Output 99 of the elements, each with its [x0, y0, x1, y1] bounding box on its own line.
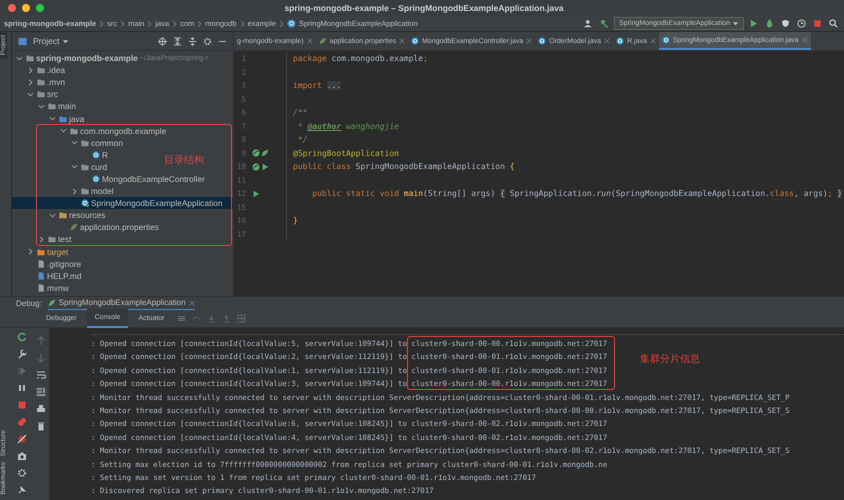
rerun-icon[interactable]	[17, 332, 27, 342]
caret-icon	[62, 38, 69, 46]
class-icon	[616, 37, 624, 45]
close-tab-icon[interactable]	[650, 38, 656, 44]
class-icon	[92, 150, 100, 159]
wrench-icon[interactable]	[17, 349, 27, 359]
tree-item[interactable]: spring-mongodb-example	[16, 53, 138, 64]
tree-item[interactable]: main	[38, 101, 76, 112]
folder-icon	[81, 187, 89, 196]
class-icon	[538, 37, 546, 45]
class-icon	[662, 36, 670, 44]
chevron-down-icon[interactable]	[16, 54, 23, 62]
search-icon[interactable]	[829, 19, 838, 28]
tree-item[interactable]: model	[71, 186, 114, 196]
close-tab-icon[interactable]	[306, 38, 313, 44]
clock-icon[interactable]	[797, 19, 806, 28]
tree-item[interactable]: common	[71, 138, 123, 148]
run-icon[interactable]	[261, 162, 269, 171]
code-line: package com.mongodb.example;	[293, 54, 428, 64]
chevron-down-icon[interactable]	[71, 163, 78, 170]
run-icon[interactable]	[252, 190, 260, 198]
stop-icon[interactable]	[813, 19, 822, 28]
chevron-right-icon	[172, 20, 178, 28]
tree-item[interactable]: .gitignore	[27, 258, 82, 269]
chevron-right-icon	[120, 20, 126, 28]
close-tab-icon[interactable]	[604, 38, 610, 44]
minimize-window-button[interactable]	[22, 4, 30, 12]
tree-item[interactable]: mvnw	[27, 282, 69, 293]
leaf-icon[interactable]	[261, 149, 269, 158]
settings-icon[interactable]	[203, 36, 212, 46]
lines-icon[interactable]	[176, 314, 186, 323]
chevron-right-icon	[99, 20, 104, 28]
annotation-label: 集群分片信息	[640, 352, 700, 366]
code-line: public static void main(String[] args) { SpringApplication.run(SpringMongodbExampleApplication.class, args); }	[311, 189, 842, 198]
tree-item[interactable]: HELP.md	[27, 270, 82, 281]
class-icon	[92, 174, 100, 183]
close-tab-icon[interactable]	[188, 300, 195, 306]
window-title: spring-mongodb-example – SpringMongodbExampleApplication.java	[283, 3, 565, 13]
stop-icon[interactable]	[17, 400, 27, 410]
tree-item[interactable]: curd	[71, 162, 108, 172]
mute-breakpoints-icon[interactable]	[17, 434, 27, 444]
leaf-icon	[70, 223, 78, 232]
tree-item[interactable]: com.mongodb.example	[60, 126, 166, 136]
tree-item[interactable]: src	[27, 89, 58, 100]
run-icon[interactable]	[749, 19, 758, 28]
breakpoints-icon[interactable]	[17, 417, 27, 427]
camera-icon[interactable]	[17, 451, 27, 461]
maximize-window-button[interactable]	[36, 4, 44, 12]
debug-icon[interactable]	[765, 19, 774, 28]
code-line: }	[293, 216, 298, 226]
leaf-icon	[318, 37, 327, 45]
chevron-right-icon	[147, 20, 152, 28]
close-window-button[interactable]	[8, 4, 16, 12]
tree-item[interactable]: SpringMongodbExampleApplication	[71, 198, 222, 208]
chevron-down-icon[interactable]	[49, 212, 56, 219]
print-icon[interactable]	[36, 404, 46, 414]
expand-all-icon[interactable]	[173, 36, 182, 46]
scroll-to-end-icon[interactable]	[36, 387, 46, 397]
pin-icon[interactable]	[17, 485, 27, 495]
shield-icon[interactable]	[781, 19, 790, 28]
code-line: public class SpringMongodbExampleApplication {	[293, 162, 515, 172]
chevron-right-icon	[240, 20, 245, 28]
tree-item[interactable]: target	[27, 246, 68, 257]
tree-item[interactable]: R	[82, 150, 108, 160]
debug-label: Debug:	[16, 299, 42, 308]
user-icon[interactable]	[584, 19, 594, 28]
crosshair-icon[interactable]	[158, 36, 167, 46]
tree-item[interactable]: application.properties	[60, 222, 159, 232]
folder-icon	[81, 162, 89, 171]
tree-item[interactable]: MongodbExampleController	[82, 174, 205, 184]
project-icon	[18, 36, 27, 46]
trash-icon[interactable]	[36, 421, 46, 431]
project-view-dropdown[interactable]: Project	[33, 36, 69, 46]
chevron-right-icon	[278, 20, 284, 28]
class-icon	[81, 199, 89, 208]
class-icon	[286, 19, 296, 28]
leaf-icon	[48, 298, 56, 306]
close-tab-icon[interactable]	[526, 38, 532, 44]
code-line: /**	[293, 108, 308, 118]
folder-icon	[59, 211, 67, 220]
chevron-right-icon	[197, 20, 202, 28]
tree-item[interactable]: test	[38, 234, 72, 244]
code-line: */	[296, 135, 308, 144]
annotation-label: 目录结构	[164, 154, 204, 167]
caret-icon	[732, 20, 739, 27]
close-tab-icon[interactable]	[399, 38, 406, 44]
tree-item[interactable]: java	[49, 114, 84, 124]
code-line: * @author wanghongjie	[296, 122, 399, 131]
tree-item[interactable]: .mvn	[27, 77, 65, 88]
tree-item[interactable]: resources	[49, 210, 106, 220]
class-icon	[411, 37, 420, 45]
code-line: import ...	[293, 81, 342, 90]
pause-icon[interactable]	[17, 383, 27, 393]
settings-icon[interactable]	[17, 468, 27, 478]
tree-item[interactable]: .idea	[27, 65, 65, 76]
code-line: @SpringBootApplication	[293, 148, 399, 158]
chevron-right-icon[interactable]	[71, 188, 78, 195]
soft-wrap-icon[interactable]	[36, 370, 46, 380]
collapse-all-icon[interactable]	[188, 36, 197, 46]
